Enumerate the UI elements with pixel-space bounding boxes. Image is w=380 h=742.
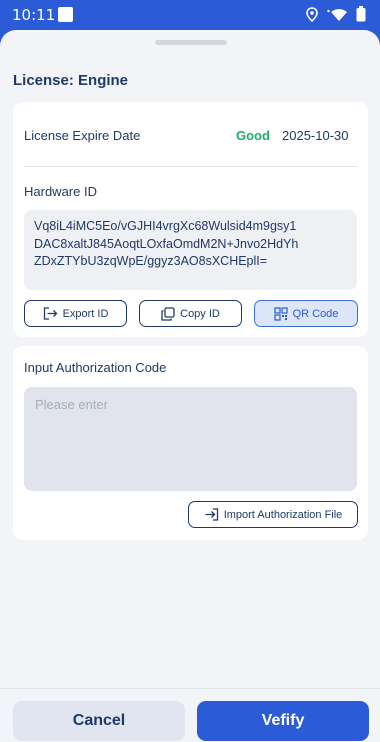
- drag-handle[interactable]: [155, 40, 227, 45]
- page-title: License: Engine: [13, 72, 129, 89]
- export-icon: [43, 307, 57, 320]
- authorization-code-input[interactable]: [24, 387, 357, 491]
- license-sheet: License: Engine License Expire Date Good…: [0, 30, 380, 742]
- hardware-id-label: Hardware ID: [24, 184, 97, 199]
- verify-button[interactable]: Vefify: [197, 701, 369, 741]
- status-time: 10:11: [12, 6, 56, 24]
- hardware-id-line: DAC8xaltJ845AoqtLOxfaOmdM2N+Jnvo2HdYh: [34, 236, 299, 251]
- license-info-card: License Expire Date Good 2025-10-30 Hard…: [13, 102, 368, 337]
- export-id-label: Export ID: [62, 307, 109, 320]
- export-id-button[interactable]: Export ID: [24, 300, 127, 327]
- battery-icon: [356, 6, 366, 22]
- status-icons: [306, 6, 366, 22]
- import-icon: [205, 508, 218, 521]
- authorization-code-label: Input Authorization Code: [24, 360, 167, 375]
- qr-code-icon: [273, 306, 288, 321]
- copy-id-label: Copy ID: [180, 307, 220, 320]
- qr-code-button[interactable]: QR Code: [254, 300, 358, 327]
- hardware-id-line: ZDxZTYbU3zqWpE/ggyz3AO8sXCHEplI=: [34, 254, 268, 268]
- import-authorization-file-button[interactable]: Import Authorization File: [188, 501, 358, 528]
- authorization-card: Input Authorization Code Import Authoriz…: [13, 346, 368, 540]
- copy-icon: [161, 306, 175, 321]
- expire-date-label: License Expire Date: [24, 128, 141, 143]
- cancel-button[interactable]: Cancel: [13, 701, 185, 741]
- wifi-icon: [327, 8, 347, 21]
- notification-icon: [58, 7, 73, 22]
- copy-id-button[interactable]: Copy ID: [139, 300, 242, 327]
- expire-date-value: 2025-10-30: [282, 128, 349, 143]
- qr-code-label: QR Code: [292, 307, 339, 320]
- hardware-id-line: Vq8iL4iMC5Eo/vGJHI4vrgXc68Wulsid4m9gsy1: [34, 219, 297, 233]
- divider: [24, 166, 357, 167]
- hardware-id-value: Vq8iL4iMC5Eo/vGJHI4vrgXc68Wulsid4m9gsy1 …: [24, 210, 357, 290]
- license-status-badge: Good: [236, 128, 270, 143]
- status-bar: 10:11: [0, 0, 380, 30]
- import-authorization-file-label: Import Authorization File: [223, 508, 343, 521]
- location-icon: [306, 6, 318, 22]
